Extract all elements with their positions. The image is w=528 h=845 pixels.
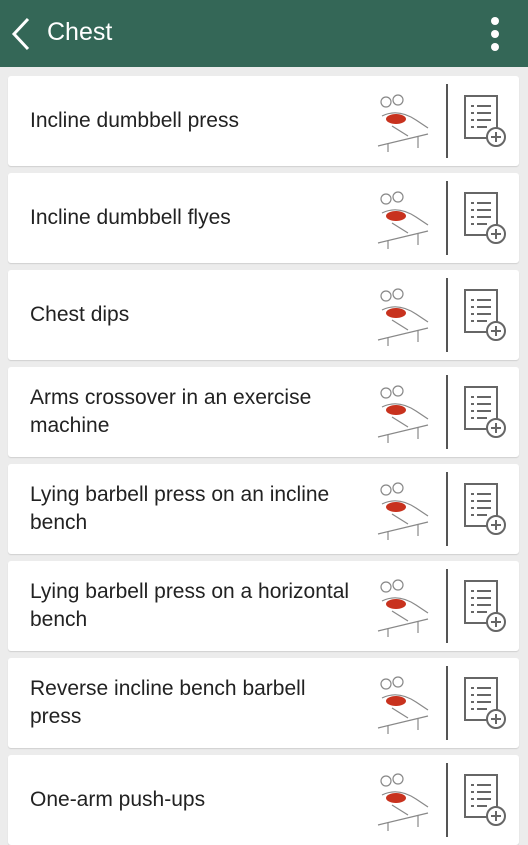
exercise-illustration-icon (377, 94, 429, 152)
exercise-list-item[interactable]: Arms crossover in an exercise machine (8, 367, 519, 457)
exercise-name: Lying barbell press on an incline bench (30, 483, 330, 534)
add-to-workout-list-icon[interactable] (463, 94, 507, 148)
exercise-name: Lying barbell press on a horizontal benc… (30, 580, 350, 631)
add-to-workout-list-icon[interactable] (463, 676, 507, 730)
exercise-name: One-arm push-ups (30, 788, 206, 811)
divider (446, 472, 448, 546)
exercise-list-item[interactable]: Incline dumbbell flyes (8, 173, 519, 263)
exercise-name: Reverse incline bench barbell press (30, 677, 306, 728)
exercise-illustration-icon (377, 288, 429, 346)
divider (446, 569, 448, 643)
exercise-illustration-icon (377, 482, 429, 540)
exercise-list-item[interactable]: Reverse incline bench barbell press (8, 658, 519, 748)
exercise-list-item[interactable]: Lying barbell press on an incline bench (8, 464, 519, 554)
divider (446, 84, 448, 158)
divider (446, 181, 448, 255)
divider (446, 375, 448, 449)
exercise-list-item[interactable]: Lying barbell press on a horizontal benc… (8, 561, 519, 651)
add-to-workout-list-icon[interactable] (463, 191, 507, 245)
exercise-list-item[interactable]: Chest dips (8, 270, 519, 360)
exercise-list-item[interactable]: Incline dumbbell press (8, 76, 519, 166)
exercise-illustration-icon (377, 385, 429, 443)
add-to-workout-list-icon[interactable] (463, 579, 507, 633)
exercise-list-item[interactable]: One-arm push-ups (8, 755, 519, 845)
app-bar: Chest (0, 0, 528, 67)
exercise-illustration-icon (377, 191, 429, 249)
exercise-name: Arms crossover in an exercise machine (30, 386, 312, 437)
add-to-workout-list-icon[interactable] (463, 288, 507, 342)
exercise-illustration-icon (377, 676, 429, 734)
divider (446, 278, 448, 352)
add-to-workout-list-icon[interactable] (463, 385, 507, 439)
back-chevron-icon[interactable] (8, 16, 38, 52)
exercise-name: Incline dumbbell flyes (30, 206, 231, 229)
divider (446, 763, 448, 837)
page-title: Chest (47, 18, 113, 46)
exercise-name: Incline dumbbell press (30, 109, 239, 132)
exercise-illustration-icon (377, 773, 429, 831)
exercise-name: Chest dips (30, 303, 130, 326)
divider (446, 666, 448, 740)
add-to-workout-list-icon[interactable] (463, 482, 507, 536)
more-options-icon[interactable] (482, 14, 508, 54)
exercise-illustration-icon (377, 579, 429, 637)
add-to-workout-list-icon[interactable] (463, 773, 507, 827)
